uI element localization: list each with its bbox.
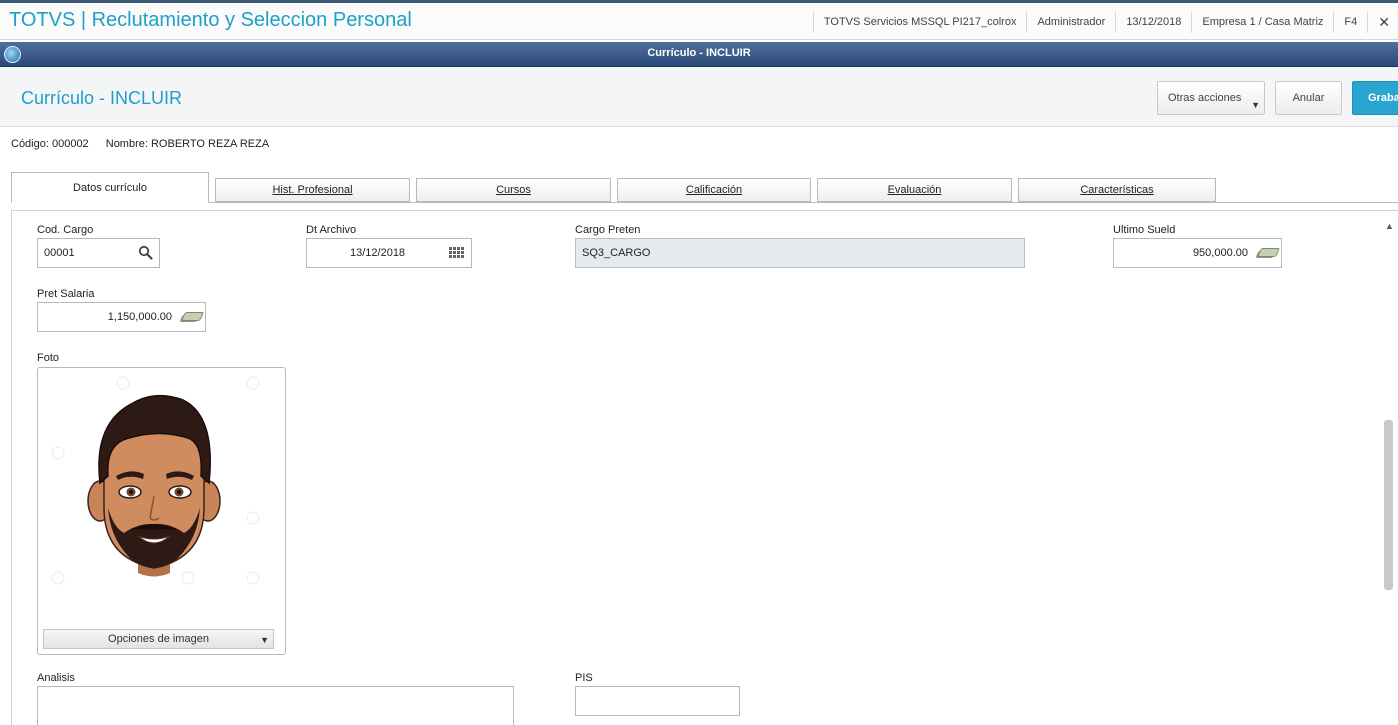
tab-label: Calificación (685, 184, 743, 196)
cod-cargo-value: 00001 (44, 247, 75, 259)
cargo-preten-value: SQ3_CARGO (582, 247, 651, 259)
tab-label: Características (1080, 184, 1154, 196)
calendar-icon[interactable] (449, 247, 465, 261)
analisis-label: Analisis (37, 672, 75, 684)
more-actions-label: Otras acciones (1168, 92, 1242, 104)
server-info[interactable]: TOTVS Servicios MSSQL PI217_colrox (812, 10, 1027, 33)
tab-datos-curriculo[interactable]: Datos currículo (11, 172, 209, 203)
cancel-button[interactable]: Anular (1275, 81, 1342, 115)
scroll-up-icon[interactable]: ▲ (1385, 221, 1394, 231)
image-options-dropdown[interactable]: Opciones de imagen ▼ (43, 629, 274, 649)
vertical-scrollbar[interactable]: ▲ (1381, 220, 1398, 725)
tab-label: Hist. Profesional (272, 184, 353, 196)
tab-cursos[interactable]: Cursos (416, 178, 611, 202)
tab-divider (11, 202, 1398, 203)
record-code: Código: 000002 (11, 138, 89, 150)
app-bar: TOTVS | Reclutamiento y Seleccion Person… (0, 0, 1398, 40)
tab-evaluacion[interactable]: Evaluación (817, 178, 1012, 202)
avatar (51, 376, 260, 585)
dt-archivo-value: 13/12/2018 (350, 247, 406, 259)
record-info: Código: 000002 Nombre: ROBERTO REZA REZA (11, 138, 283, 150)
ultimo-sueld-label: Ultimo Sueld (1113, 224, 1176, 236)
caret-down-icon: ▼ (260, 635, 269, 645)
pret-salaria-label: Pret Salaria (37, 288, 95, 300)
pret-salaria-field[interactable]: 1,150,000.00 (37, 302, 206, 332)
money-icon[interactable] (181, 312, 199, 323)
scroll-thumb[interactable] (1384, 420, 1393, 590)
page-title: Currículo - INCLUIR (21, 88, 183, 108)
money-icon[interactable] (1257, 248, 1275, 259)
shortcut-f4[interactable]: F4 (1333, 10, 1367, 33)
tab-label: Cursos (496, 184, 531, 196)
cod-cargo-field[interactable]: 00001 (37, 238, 160, 268)
tab-label: Datos currículo (73, 182, 147, 194)
tab-calificacion[interactable]: Calificación (617, 178, 811, 202)
tab-caracteristicas[interactable]: Características (1018, 178, 1216, 202)
window-title: Currículo - INCLUIR (647, 47, 751, 59)
dt-archivo-field[interactable]: 13/12/2018 (306, 238, 472, 268)
ultimo-sueld-field[interactable]: 950,000.00 (1113, 238, 1282, 268)
app-root: TOTVS | Reclutamiento y Seleccion Person… (0, 0, 1398, 725)
session-info: TOTVS Servicios MSSQL PI217_colrox Admin… (812, 3, 1398, 40)
user-info[interactable]: Administrador (1026, 10, 1115, 33)
tab-label: Evaluación (887, 184, 942, 196)
record-name: Nombre: ROBERTO REZA REZA (105, 138, 270, 150)
date-info[interactable]: 13/12/2018 (1115, 10, 1191, 33)
window-title-bar: Currículo - INCLUIR (0, 42, 1398, 67)
analisis-textarea[interactable] (37, 686, 514, 725)
dt-archivo-label: Dt Archivo (306, 224, 357, 236)
ultimo-sueld-value: 950,000.00 (1192, 247, 1248, 259)
company-info[interactable]: Empresa 1 / Casa Matriz (1191, 10, 1333, 33)
pis-label: PIS (575, 672, 593, 684)
close-icon[interactable]: ✕ (1367, 10, 1398, 33)
tab-hist-profesional[interactable]: Hist. Profesional (215, 178, 410, 202)
page-header: Currículo - INCLUIR Otras acciones ▼ Anu… (0, 67, 1398, 127)
image-options-label: Opciones de imagen (108, 633, 209, 645)
photo-box[interactable]: Opciones de imagen ▼ (37, 367, 286, 655)
cargo-preten-field: SQ3_CARGO (575, 238, 1025, 268)
pis-field[interactable] (575, 686, 740, 716)
foto-label: Foto (37, 352, 60, 364)
more-actions-button[interactable]: Otras acciones ▼ (1157, 81, 1265, 115)
save-button[interactable]: Grabar (1352, 81, 1398, 115)
caret-down-icon: ▼ (1251, 100, 1260, 110)
search-icon[interactable] (138, 245, 153, 260)
cod-cargo-label: Cod. Cargo (37, 224, 94, 236)
app-title: TOTVS | Reclutamiento y Seleccion Person… (9, 9, 412, 31)
pret-salaria-value: 1,150,000.00 (107, 311, 172, 323)
cargo-preten-label: Cargo Preten (575, 224, 641, 236)
